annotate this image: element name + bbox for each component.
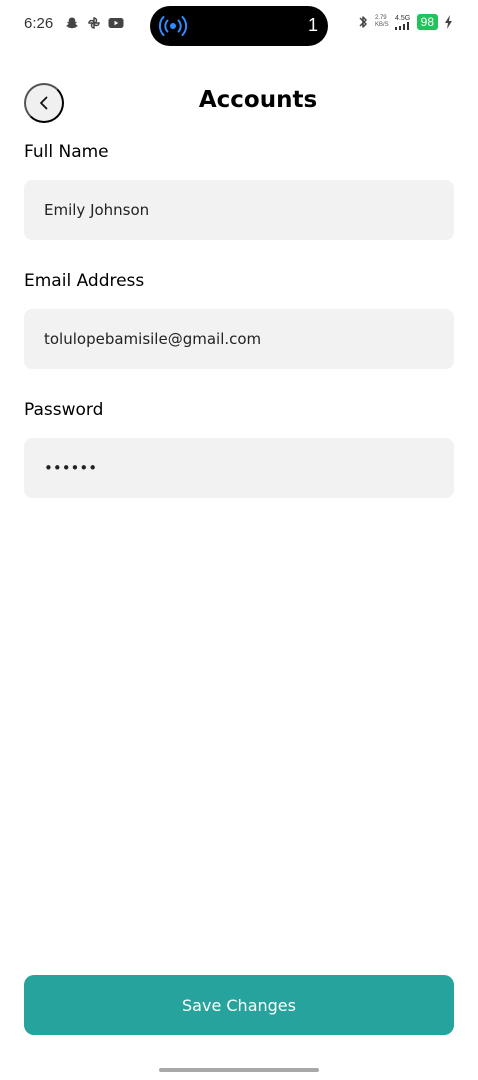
save-changes-button[interactable]: Save Changes <box>24 975 454 1035</box>
network-type: 4.5G <box>395 14 411 22</box>
status-bar: 6:26 1 2.79 KB/S 4.5G 98 <box>0 0 478 52</box>
youtube-icon <box>108 15 124 31</box>
page-title: Accounts <box>198 87 318 113</box>
pill-counter: 1 <box>307 15 318 35</box>
bluetooth-icon <box>359 16 367 28</box>
charging-icon <box>445 15 452 29</box>
full-name-label: Full Name <box>24 142 109 162</box>
password-label: Password <box>24 400 104 420</box>
snapchat-icon <box>64 15 80 31</box>
hotspot-icon <box>158 16 188 36</box>
email-label: Email Address <box>24 271 145 291</box>
email-field[interactable] <box>24 309 454 369</box>
password-field[interactable] <box>24 438 454 498</box>
full-name-field[interactable] <box>24 180 454 240</box>
dynamic-island[interactable]: 1 <box>150 6 328 46</box>
network-speed: 2.79 KB/S <box>375 15 389 29</box>
home-indicator[interactable] <box>159 1068 319 1072</box>
status-time: 6:26 <box>24 15 54 32</box>
pinwheel-icon <box>86 15 102 31</box>
system-indicators: 2.79 KB/S 4.5G 98 <box>357 14 454 30</box>
speed-value: 2.79 <box>374 15 387 21</box>
battery-level: 98 <box>416 14 438 30</box>
signal-indicator: 4.5G <box>394 14 411 30</box>
signal-bars-icon <box>394 21 409 30</box>
speed-unit: KB/S <box>374 22 389 28</box>
notification-icons <box>64 15 124 31</box>
